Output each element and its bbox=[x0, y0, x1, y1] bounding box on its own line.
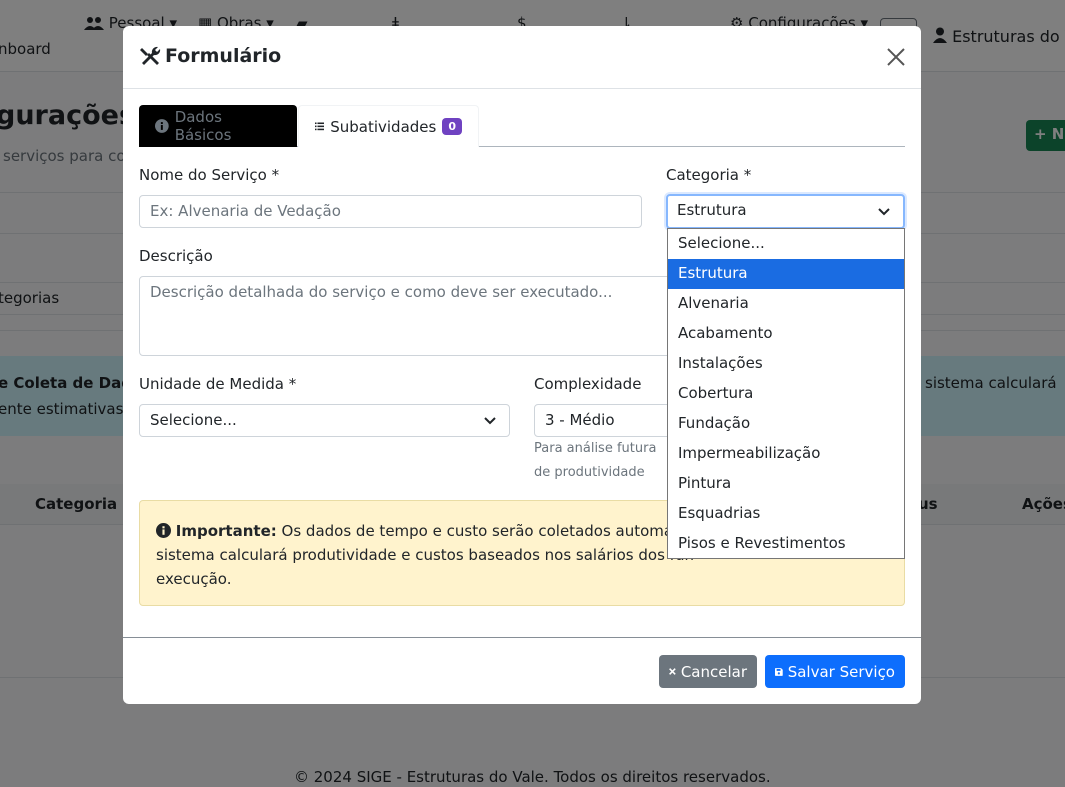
descricao-label: Descrição bbox=[139, 247, 213, 265]
subatividades-count-badge: 0 bbox=[442, 118, 462, 135]
modal-footer: Cancelar Salvar Serviço bbox=[123, 637, 921, 704]
unidade-medida-select[interactable]: Selecione... bbox=[139, 404, 510, 437]
dropdown-option-selected[interactable]: Estrutura bbox=[668, 259, 904, 289]
dropdown-option[interactable]: Impermeabilização bbox=[668, 439, 904, 469]
save-service-button[interactable]: Salvar Serviço bbox=[765, 655, 905, 688]
dropdown-option[interactable]: Pisos e Revestimentos bbox=[668, 529, 904, 558]
complexidade-help-text: Para análise futura de produtividade bbox=[534, 441, 657, 480]
nome-servico-input[interactable]: Ex: Alvenaria de Vedação bbox=[139, 195, 642, 228]
dropdown-option[interactable]: Acabamento bbox=[668, 319, 904, 349]
categoria-select[interactable]: Estrutura bbox=[666, 194, 905, 229]
modal-header: Formulário bbox=[123, 26, 921, 89]
nome-servico-label: Nome do Serviço * bbox=[139, 166, 280, 184]
tools-icon bbox=[140, 46, 161, 65]
dropdown-option[interactable]: Cobertura bbox=[668, 379, 904, 409]
times-icon bbox=[669, 668, 676, 675]
modal-title: Formulário bbox=[139, 45, 281, 67]
list-icon bbox=[315, 122, 325, 131]
categoria-label: Categoria * bbox=[666, 166, 752, 184]
complexidade-label: Complexidade bbox=[534, 375, 642, 393]
floppy-disk-icon bbox=[775, 667, 783, 676]
unidade-medida-label: Unidade de Medida * bbox=[139, 375, 297, 393]
categoria-dropdown-list: Selecione... Estrutura Alvenaria Acabame… bbox=[667, 228, 905, 559]
dropdown-option[interactable]: Fundação bbox=[668, 409, 904, 439]
info-circle-icon bbox=[156, 523, 171, 538]
chevron-down-icon bbox=[878, 208, 890, 216]
info-circle-icon bbox=[155, 119, 169, 133]
dropdown-option[interactable]: Esquadrias bbox=[668, 499, 904, 529]
dropdown-option[interactable]: Pintura bbox=[668, 469, 904, 499]
tab-dados-basicos[interactable]: Dados Básicos bbox=[139, 105, 297, 147]
form-tabs: Dados Básicos Subatividades 0 bbox=[139, 105, 905, 147]
cancel-button[interactable]: Cancelar bbox=[659, 655, 757, 688]
dropdown-option[interactable]: Selecione... bbox=[668, 229, 904, 259]
dropdown-option[interactable]: Alvenaria bbox=[668, 289, 904, 319]
close-icon[interactable] bbox=[885, 46, 907, 68]
dropdown-option[interactable]: Instalações bbox=[668, 349, 904, 379]
chevron-down-icon bbox=[484, 417, 496, 425]
tab-subatividades[interactable]: Subatividades 0 bbox=[298, 105, 479, 147]
